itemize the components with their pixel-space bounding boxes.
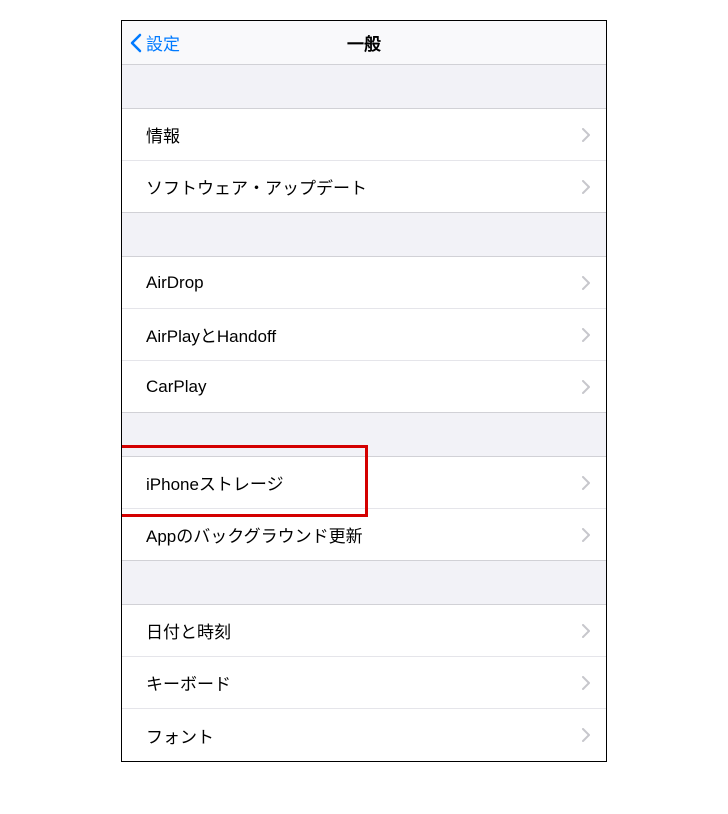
chevron-right-icon (582, 624, 590, 638)
row-airplay-handoff[interactable]: AirPlayとHandoff (122, 309, 606, 361)
row-software-update[interactable]: ソフトウェア・アップデート (122, 161, 606, 213)
phone-frame: 設定 一般 情報 ソフトウェア・アップデート AirDrop AirPlayとH… (121, 20, 607, 762)
list-group-3: iPhoneストレージ Appのバックグラウンド更新 (122, 457, 606, 561)
row-label: キーボード (146, 670, 231, 695)
row-info[interactable]: 情報 (122, 109, 606, 161)
section-gap (122, 65, 606, 109)
list-group-4: 日付と時刻 キーボード フォント (122, 605, 606, 761)
chevron-right-icon (582, 180, 590, 194)
row-label: 日付と時刻 (146, 618, 231, 643)
row-label: フォント (146, 723, 214, 748)
row-label: Appのバックグラウンド更新 (146, 522, 363, 547)
chevron-right-icon (582, 276, 590, 290)
chevron-right-icon (582, 328, 590, 342)
back-label: 設定 (146, 30, 180, 55)
row-date-time[interactable]: 日付と時刻 (122, 605, 606, 657)
section-gap (122, 413, 606, 457)
chevron-left-icon (130, 33, 142, 53)
chevron-right-icon (582, 676, 590, 690)
row-label: ソフトウェア・アップデート (146, 174, 367, 199)
list-group-2: AirDrop AirPlayとHandoff CarPlay (122, 257, 606, 413)
row-fonts[interactable]: フォント (122, 709, 606, 761)
row-iphone-storage[interactable]: iPhoneストレージ (122, 457, 606, 509)
back-button[interactable]: 設定 (122, 30, 180, 55)
row-label: 情報 (146, 122, 180, 147)
row-label: iPhoneストレージ (146, 470, 284, 495)
section-gap (122, 213, 606, 257)
row-airdrop[interactable]: AirDrop (122, 257, 606, 309)
list-group-1: 情報 ソフトウェア・アップデート (122, 109, 606, 213)
row-background-app-refresh[interactable]: Appのバックグラウンド更新 (122, 509, 606, 561)
section-gap (122, 561, 606, 605)
chevron-right-icon (582, 728, 590, 742)
nav-bar: 設定 一般 (122, 21, 606, 65)
page-title: 一般 (347, 30, 381, 55)
chevron-right-icon (582, 380, 590, 394)
chevron-right-icon (582, 528, 590, 542)
row-keyboard[interactable]: キーボード (122, 657, 606, 709)
row-label: AirPlayとHandoff (146, 322, 276, 347)
row-label: AirDrop (146, 273, 204, 293)
row-label: CarPlay (146, 377, 206, 397)
chevron-right-icon (582, 128, 590, 142)
row-carplay[interactable]: CarPlay (122, 361, 606, 413)
chevron-right-icon (582, 476, 590, 490)
